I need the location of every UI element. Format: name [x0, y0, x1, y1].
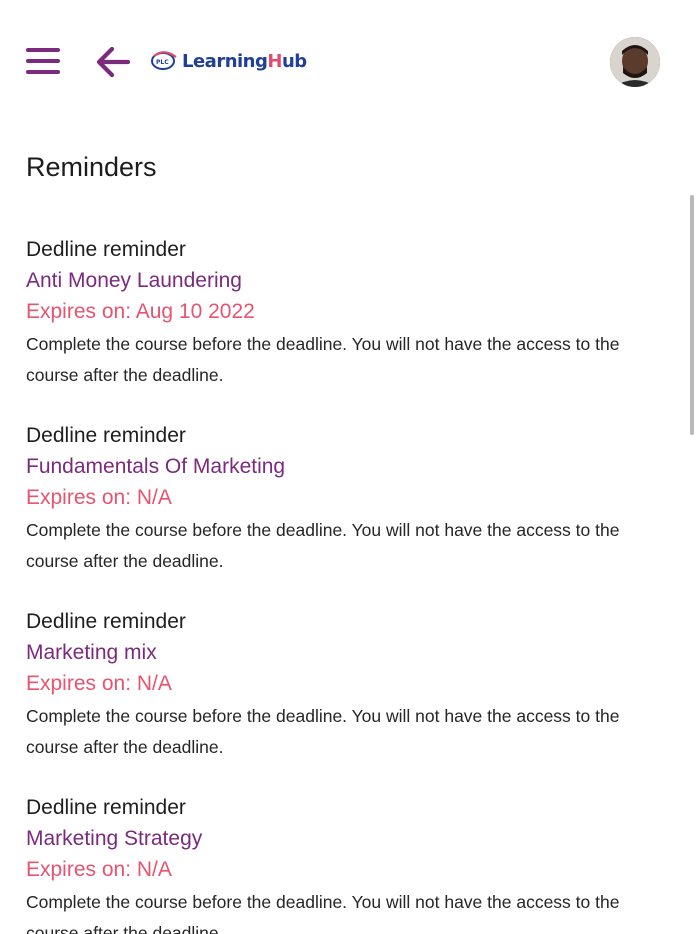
plc-logo-icon: PLC	[150, 50, 178, 72]
reminder-course-link[interactable]: Fundamentals Of Marketing	[26, 451, 646, 482]
reminder-type: Dedline reminder	[26, 424, 186, 447]
logo-word-h: H	[267, 50, 282, 72]
reminder-item: Dedline reminder Marketing mix Expires o…	[26, 607, 646, 793]
reminder-description: Complete the course before the deadline.…	[26, 520, 620, 571]
reminder-type: Dedline reminder	[26, 238, 186, 261]
reminder-expiry: Expires on: Aug 10 2022	[26, 300, 255, 323]
hamburger-menu-icon[interactable]	[24, 44, 64, 80]
reminder-item: Dedline reminder Marketing Strategy Expi…	[26, 793, 646, 934]
reminder-item: Dedline reminder Anti Money Laundering E…	[26, 235, 646, 421]
learninghub-logo[interactable]: PLC LearningHub	[150, 46, 307, 76]
reminder-course-link[interactable]: Anti Money Laundering	[26, 265, 646, 296]
reminder-expiry: Expires on: N/A	[26, 486, 172, 509]
reminder-item: Dedline reminder Fundamentals Of Marketi…	[26, 421, 646, 607]
svg-text:PLC: PLC	[156, 59, 169, 66]
reminder-expiry: Expires on: N/A	[26, 672, 172, 695]
page-title: Reminders	[26, 152, 157, 182]
reminder-type: Dedline reminder	[26, 796, 186, 819]
reminder-course-link[interactable]: Marketing mix	[26, 637, 646, 668]
reminder-type: Dedline reminder	[26, 610, 186, 633]
app-header: PLC LearningHub	[0, 0, 700, 120]
vertical-scrollbar[interactable]	[690, 195, 694, 435]
user-avatar[interactable]	[610, 37, 660, 87]
reminder-description: Complete the course before the deadline.…	[26, 892, 620, 934]
logo-word-learning: Learning	[182, 50, 268, 72]
reminder-course-link[interactable]: Marketing Strategy	[26, 823, 646, 854]
reminder-expiry: Expires on: N/A	[26, 858, 172, 881]
reminder-description: Complete the course before the deadline.…	[26, 334, 620, 385]
logo-wordmark: LearningHub	[182, 51, 307, 72]
arrow-left-icon[interactable]	[92, 42, 134, 82]
logo-word-ub: ub	[281, 50, 307, 72]
reminder-description: Complete the course before the deadline.…	[26, 706, 620, 757]
reminders-page: PLC LearningHub Reminders Dedline remind…	[0, 0, 700, 934]
reminder-list: Dedline reminder Anti Money Laundering E…	[26, 235, 646, 934]
